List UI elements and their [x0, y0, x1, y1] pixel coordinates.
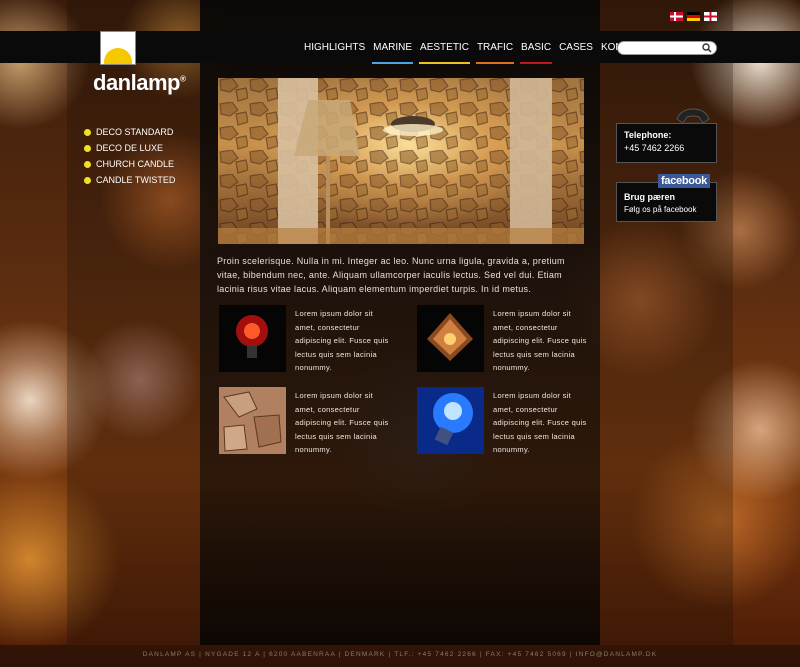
red-bulb-image[interactable] [219, 305, 286, 372]
search-box [617, 41, 717, 58]
side-item-deco-standard[interactable]: DECO STANDARD [84, 124, 175, 140]
nav-label: HIGHLIGHTS [304, 42, 366, 53]
product-description: Lorem ipsum dolor sit amet, consectetur … [295, 309, 389, 372]
nav-accent-underline [475, 62, 515, 64]
side-item-label: CANDLE TWISTED [96, 175, 176, 185]
search-input[interactable] [624, 46, 704, 58]
nav-item-aestetic[interactable]: AESTETIC [416, 31, 473, 65]
nav-item-trafic[interactable]: TRAFIC [473, 31, 517, 65]
nav-label: MARINE [373, 42, 413, 53]
nav-item-basic[interactable]: BASIC [517, 31, 555, 65]
telephone-label: Telephone: [624, 130, 672, 140]
nav-accent-underline [372, 62, 414, 64]
facebook-title: Brug pæren [624, 192, 676, 202]
bullet-icon [84, 176, 91, 184]
footer-address: DANLAMP AS | NYGADE 12 A | 6200 AABENRAA… [142, 651, 658, 658]
product-card[interactable]: Lorem ipsum dolor sit amet, consectetur … [417, 305, 597, 373]
left-column [67, 0, 200, 645]
side-menu: DECO STANDARD DECO DE LUXE CHURCH CANDLE… [84, 124, 175, 188]
side-item-label: DECO DE LUXE [96, 143, 164, 153]
nav-accent-underline [419, 62, 470, 64]
bullet-icon [84, 144, 91, 152]
language-flags [670, 12, 717, 21]
logo-wordmark[interactable]: danlamp® [93, 70, 186, 96]
side-item-label: CHURCH CANDLE [96, 159, 175, 169]
side-item-label: DECO STANDARD [96, 127, 174, 137]
english-flag-icon[interactable] [704, 12, 717, 21]
bullet-icon [84, 160, 91, 168]
intro-paragraph: Proin scelerisque. Nulla in mi. Integer … [217, 256, 565, 294]
right-column [600, 0, 733, 645]
product-description: Lorem ipsum dolor sit amet, consectetur … [493, 391, 587, 454]
artichoke-lamp-image[interactable] [417, 305, 484, 372]
product-card[interactable]: Lorem ipsum dolor sit amet, consectetur … [219, 387, 399, 455]
main-nav: HIGHLIGHTS MARINE AESTETIC TRAFIC BASIC CASES… [300, 31, 651, 65]
facebook-subtitle: Følg os på facebook [624, 205, 697, 214]
blue-bulb-image[interactable] [417, 387, 484, 454]
telephone-number[interactable]: +45 7462 2266 [624, 143, 709, 153]
facebook-box[interactable]: Brug pæren Følg os på facebook [616, 182, 717, 222]
telephone-box[interactable]: Telephone: +45 7462 2266 [616, 123, 717, 163]
product-card[interactable]: Lorem ipsum dolor sit amet, consectetur … [417, 387, 597, 455]
danish-flag-icon[interactable] [670, 12, 683, 21]
logo-icon[interactable] [100, 31, 136, 65]
facebook-logo[interactable]: facebook [658, 174, 710, 188]
side-item-candle-twisted[interactable]: CANDLE TWISTED [84, 172, 175, 188]
mosaic-panel-image[interactable] [219, 387, 286, 454]
nav-item-cases[interactable]: CASES [555, 31, 597, 65]
nav-label: TRAFIC [476, 42, 514, 53]
nav-label: CASES [559, 42, 593, 53]
nav-label: AESTETIC [420, 42, 469, 53]
nav-label: BASIC [521, 42, 552, 53]
nav-item-marine[interactable]: MARINE [369, 31, 416, 65]
hero-image [218, 78, 584, 244]
product-description: Lorem ipsum dolor sit amet, consectetur … [493, 309, 587, 372]
product-card[interactable]: Lorem ipsum dolor sit amet, consectetur … [219, 305, 399, 373]
product-description: Lorem ipsum dolor sit amet, consectetur … [295, 391, 389, 454]
side-item-church-candle[interactable]: CHURCH CANDLE [84, 156, 175, 172]
bullet-icon [84, 128, 91, 136]
german-flag-icon[interactable] [687, 12, 700, 21]
side-item-deco-de-luxe[interactable]: DECO DE LUXE [84, 140, 175, 156]
search-icon[interactable] [702, 43, 712, 53]
nav-accent-underline [520, 62, 553, 64]
nav-item-highlights[interactable]: HIGHLIGHTS [300, 31, 369, 65]
